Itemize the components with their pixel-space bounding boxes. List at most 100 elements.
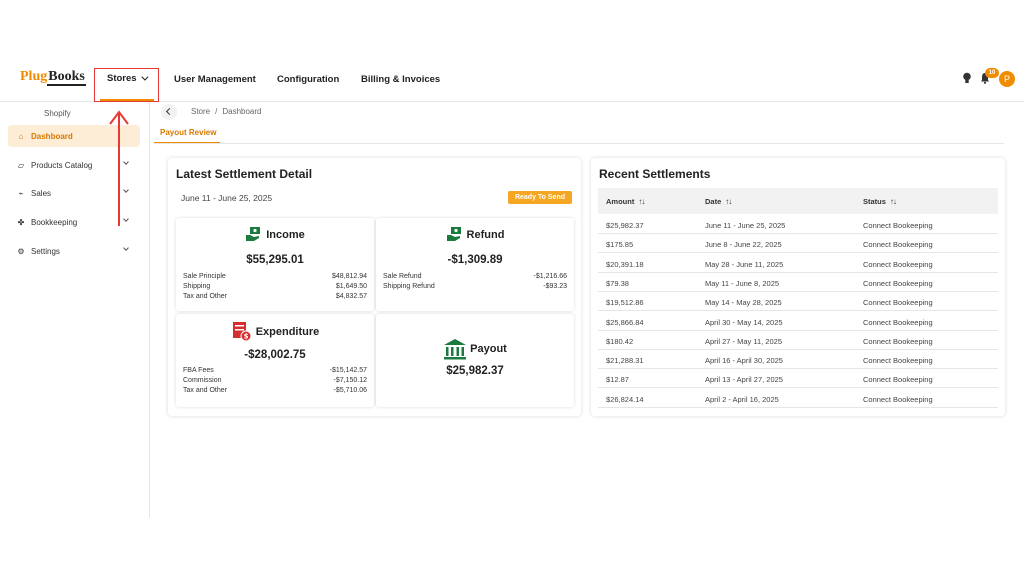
- refund-money-icon: [446, 227, 461, 241]
- cell-date: April 13 - April 27, 2025: [705, 375, 783, 385]
- svg-text:$: $: [243, 333, 248, 341]
- ready-to-send-button[interactable]: Ready To Send: [507, 191, 572, 204]
- breadcrumb-store[interactable]: Store: [191, 107, 210, 116]
- income-amount: $55,295.01: [246, 254, 304, 266]
- column-header-amount[interactable]: Amount ↑↓: [606, 197, 645, 206]
- breadcrumb: Store / Dashboard: [191, 107, 262, 116]
- refund-heading: Refund: [376, 226, 574, 244]
- table-row[interactable]: $25,982.37 June 11 - June 25, 2025 Connect…: [598, 215, 998, 234]
- bank-icon: [444, 339, 467, 360]
- recent-settlements-card: Recent Settlements Amount ↑↓ Date ↑↓ Statu…: [591, 158, 1005, 416]
- annotation-highlight-box: [94, 68, 159, 102]
- refund-amount: -$1,309.89: [447, 254, 503, 266]
- notification-badge: 10: [985, 68, 999, 78]
- chevron-down-icon: [123, 245, 129, 251]
- cell-date: June 8 - June 22, 2025: [705, 240, 782, 250]
- cell-amount: $19,512.86: [606, 298, 644, 308]
- sort-icon[interactable]: ↑↓: [638, 197, 645, 206]
- income-heading: Income: [176, 226, 374, 244]
- app-frame: PlugBooks Stores User Management Configu…: [0, 58, 1024, 518]
- expenditure-row: Tax and Other -$5,710.06: [183, 387, 367, 394]
- table-row[interactable]: $175.85 June 8 - June 22, 2025 Connect Boo…: [598, 234, 998, 254]
- cell-date: April 16 - April 30, 2025: [705, 356, 783, 366]
- expense-receipt-icon: $: [232, 322, 252, 342]
- cell-date: May 14 - May 28, 2025: [705, 298, 782, 308]
- cell-date: May 28 - June 11, 2025: [705, 259, 784, 269]
- brand-logo[interactable]: PlugBooks: [20, 69, 86, 86]
- cell-amount: $12.87: [606, 375, 629, 385]
- cell-date: April 27 - May 11, 2025: [705, 336, 782, 346]
- cell-amount: $20,391.18: [606, 259, 644, 269]
- refund-row: Shipping Refund -$93.23: [383, 283, 567, 290]
- table-header: Amount ↑↓ Date ↑↓ Status ↑↓: [598, 188, 998, 214]
- income-row: Sale Principle $48,812.94: [183, 273, 367, 280]
- sort-icon[interactable]: ↑↓: [725, 197, 732, 206]
- tab-payout-review[interactable]: Payout Review: [160, 128, 216, 137]
- date-range: June 11 - June 25, 2025: [181, 193, 273, 203]
- store-name: Shopify: [44, 109, 71, 118]
- expenditure-row: FBA Fees -$15,142.57: [183, 367, 367, 374]
- breadcrumb-dashboard: Dashboard: [222, 107, 262, 116]
- cell-amount: $25,982.37: [606, 221, 644, 230]
- card-title: Recent Settlements: [599, 167, 711, 181]
- nav-configuration[interactable]: Configuration: [277, 74, 339, 85]
- cell-status: Connect Bookeeping: [863, 259, 933, 269]
- cell-date: April 2 - April 16, 2025: [705, 394, 779, 404]
- cell-amount: $25,866.84: [606, 317, 644, 327]
- lightbulb-icon[interactable]: [962, 72, 972, 84]
- cell-status: Connect Bookeeping: [863, 356, 933, 366]
- sidebar-item-settings[interactable]: ⚙ Settings: [8, 240, 140, 262]
- annotation-arrow: [109, 110, 129, 226]
- cell-status: Connect Bookeeping: [863, 240, 933, 250]
- refund-row: Sale Refund -$1,216.66: [383, 273, 567, 280]
- sort-icon[interactable]: ↑↓: [890, 197, 897, 206]
- cell-amount: $175.85: [606, 240, 634, 250]
- latest-settlement-card: Latest Settlement Detail June 11 - June …: [168, 158, 581, 416]
- cell-status: Connect Bookeeping: [863, 221, 933, 230]
- expenditure-tile: $ Expenditure -$28,002.75 FBA Fees -$15,1…: [176, 314, 374, 407]
- table-row[interactable]: $79.38 May 11 - June 8, 2025 Connect Booke…: [598, 273, 998, 292]
- cell-date: April 30 - May 14, 2025: [705, 317, 783, 327]
- income-row: Tax and Other $4,832.57: [183, 293, 367, 300]
- back-button[interactable]: [161, 104, 177, 120]
- cell-amount: $180.42: [606, 336, 634, 346]
- book-icon: ✤: [17, 217, 25, 227]
- nav-billing-invoices[interactable]: Billing & Invoices: [361, 74, 440, 85]
- table-row[interactable]: $26,824.14 April 2 - April 16, 2025 Connec…: [598, 389, 998, 408]
- refund-tile: Refund -$1,309.89 Sale Refund -$1,216.66 …: [376, 218, 574, 311]
- cell-status: Connect Bookeeping: [863, 375, 933, 385]
- table-row[interactable]: $180.42 April 27 - May 11, 2025 Connect Bo…: [598, 331, 998, 350]
- payout-amount: $25,982.37: [446, 365, 504, 377]
- nav-user-management[interactable]: User Management: [174, 74, 256, 85]
- cell-status: Connect Bookeeping: [863, 336, 933, 346]
- chart-icon: ⌁: [18, 188, 24, 198]
- payout-tile: Payout $25,982.37: [376, 314, 574, 407]
- home-icon: ⌂: [18, 131, 24, 141]
- expenditure-amount: -$28,002.75: [244, 349, 306, 361]
- table-row[interactable]: $19,512.86 May 14 - May 28, 2025 Connect B…: [598, 292, 998, 312]
- cell-status: Connect Bookeeping: [863, 394, 933, 404]
- column-header-date[interactable]: Date ↑↓: [705, 197, 732, 206]
- cell-amount: $21,288.31: [606, 356, 644, 366]
- table-row[interactable]: $25,866.84 April 30 - May 14, 2025 Connect…: [598, 312, 998, 331]
- cell-date: June 11 - June 25, 2025: [705, 221, 786, 230]
- table-row[interactable]: $21,288.31 April 16 - April 30, 2025 Conne…: [598, 350, 998, 370]
- column-header-status[interactable]: Status ↑↓: [863, 197, 897, 206]
- cell-status: Connect Bookeeping: [863, 278, 933, 288]
- table-row[interactable]: $12.87 April 13 - April 27, 2025 Connect B…: [598, 369, 998, 389]
- income-tile: Income $55,295.01 Sale Principle $48,812.…: [176, 218, 374, 311]
- income-row: Shipping $1,649.50: [183, 283, 367, 290]
- top-nav: PlugBooks Stores User Management Configu…: [0, 58, 1024, 102]
- cell-amount: $26,824.14: [606, 394, 644, 404]
- avatar[interactable]: P: [999, 71, 1015, 87]
- expenditure-row: Commission -$7,150.12: [183, 377, 367, 384]
- cell-status: Connect Bookeeping: [863, 317, 933, 327]
- payout-heading: Payout: [376, 338, 574, 360]
- tab-divider: [154, 143, 1004, 144]
- money-hand-icon: [246, 227, 261, 241]
- box-icon: ▱: [17, 160, 25, 170]
- cell-amount: $79.38: [606, 278, 629, 288]
- cell-date: May 11 - June 8, 2025: [705, 278, 780, 288]
- table-row[interactable]: $20,391.18 May 28 - June 11, 2025 Connect …: [598, 254, 998, 273]
- expenditure-heading: $ Expenditure: [176, 321, 374, 343]
